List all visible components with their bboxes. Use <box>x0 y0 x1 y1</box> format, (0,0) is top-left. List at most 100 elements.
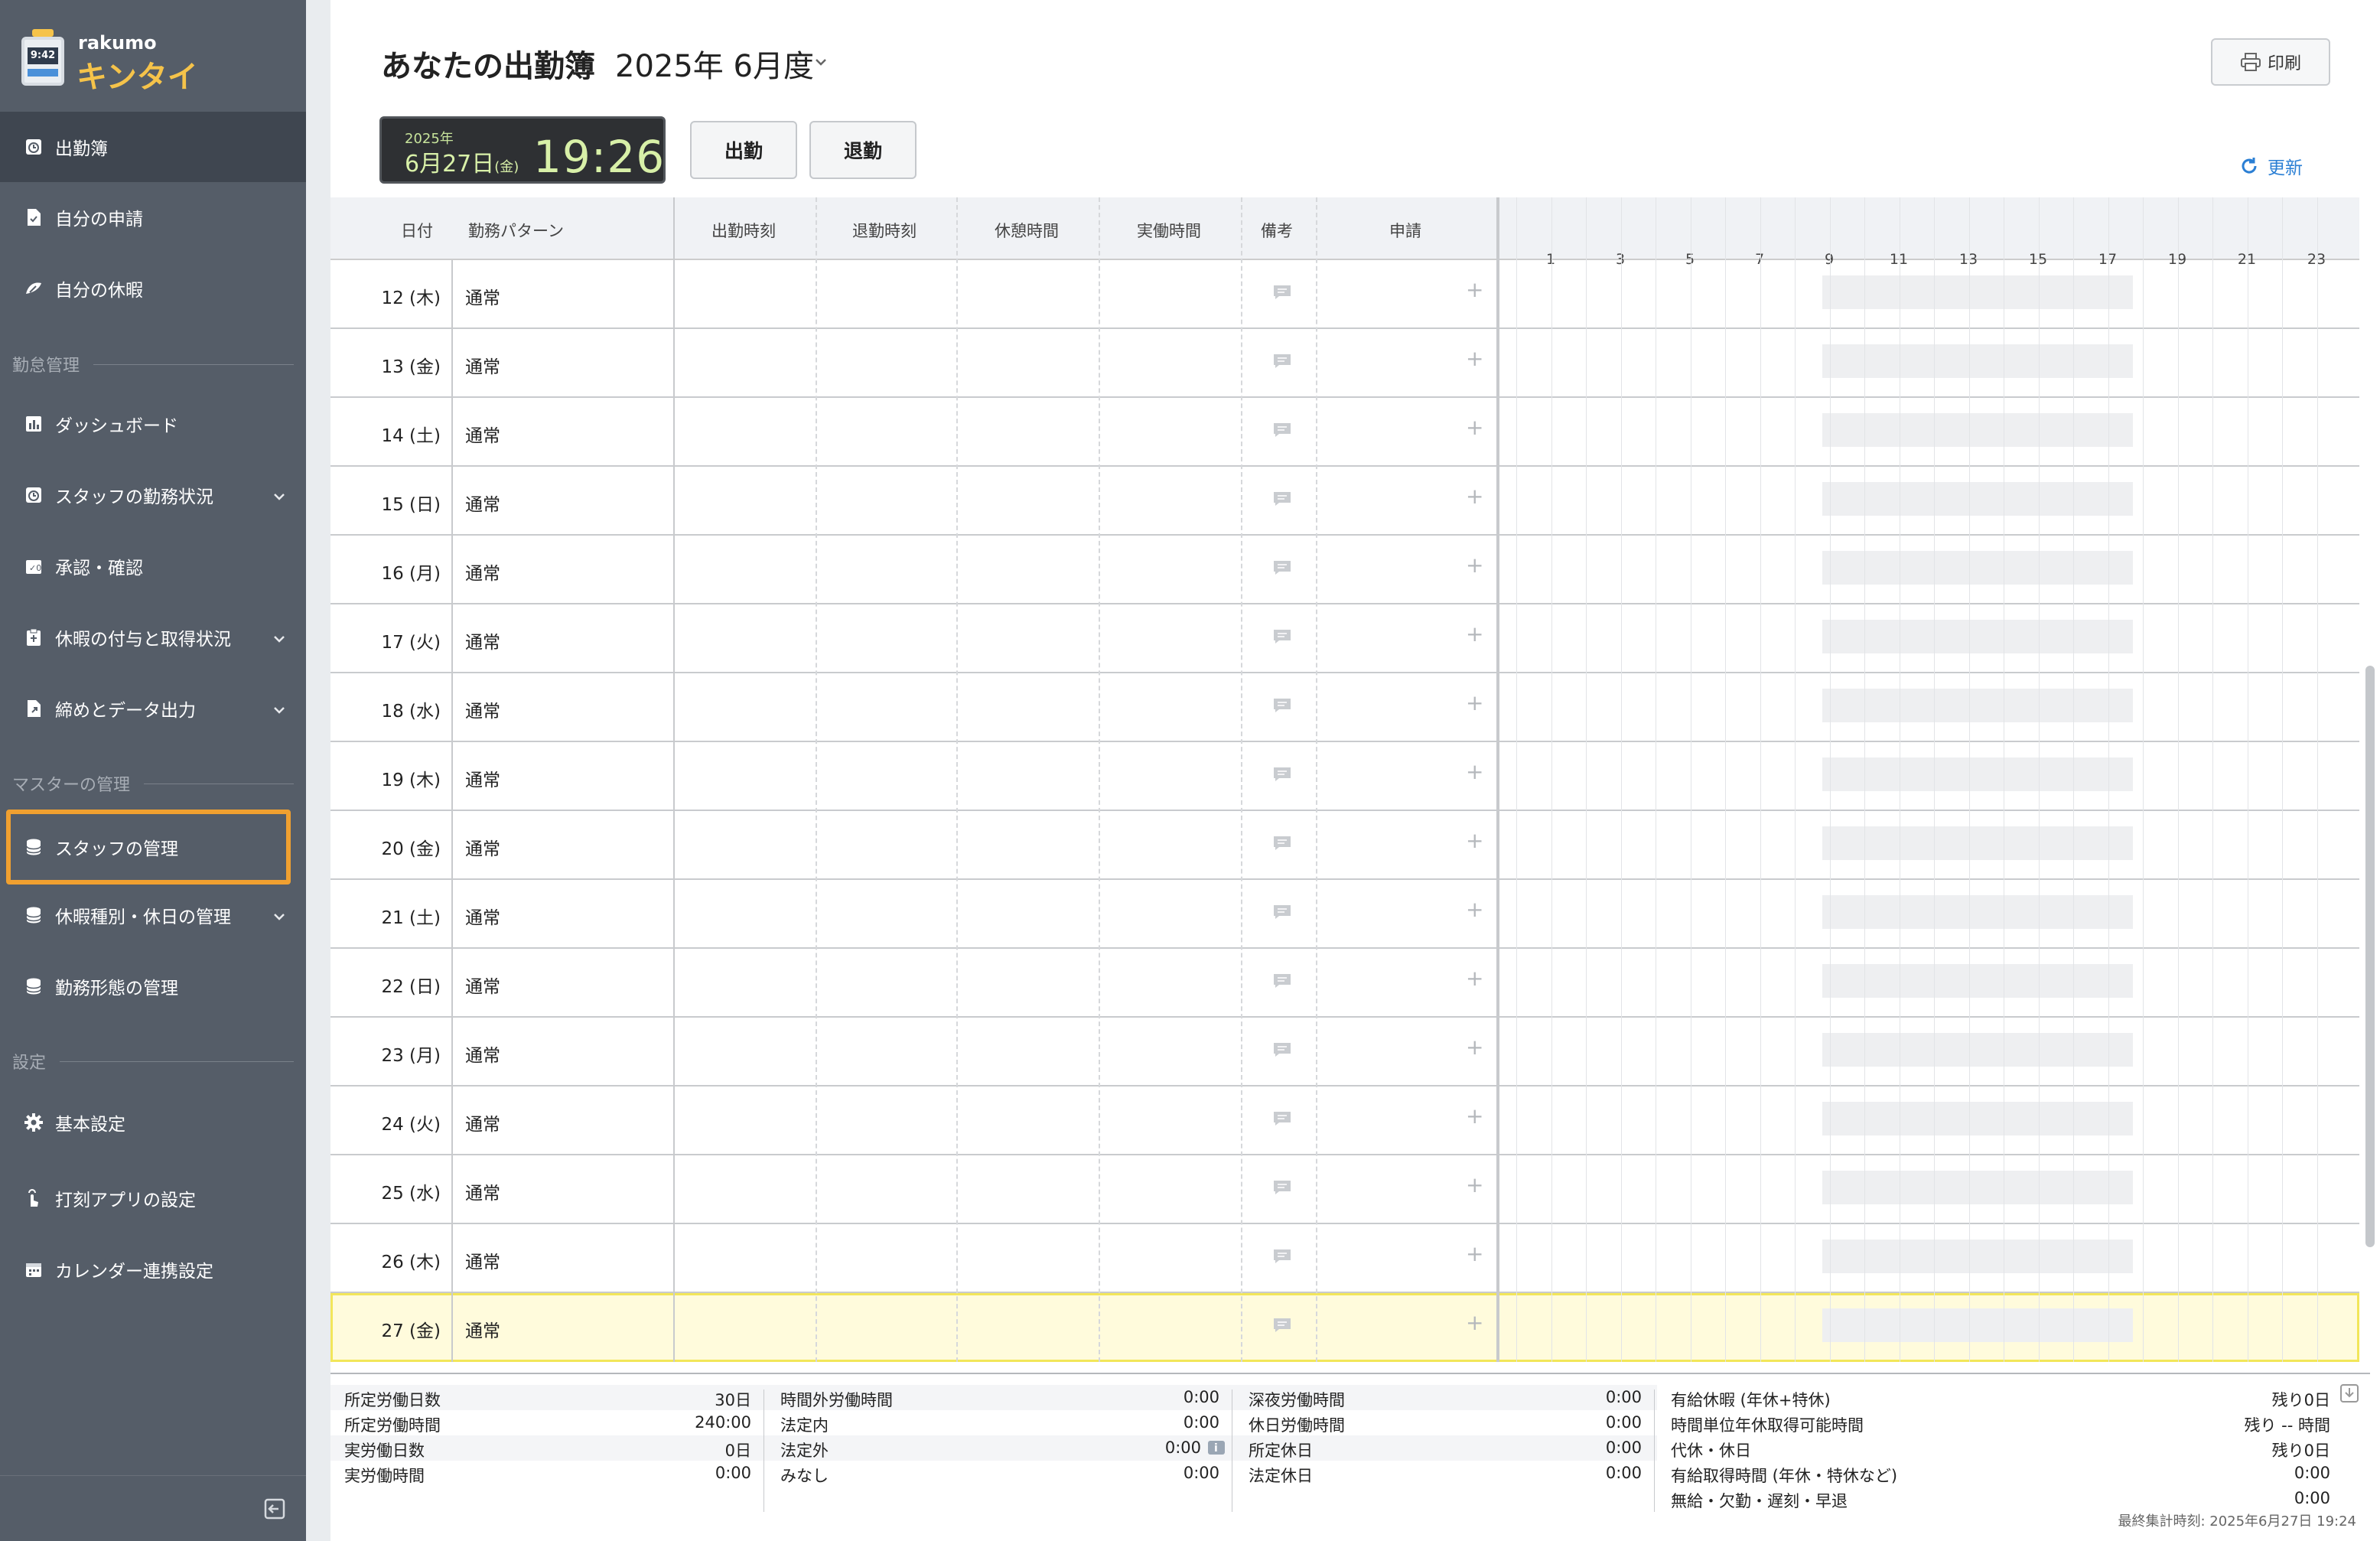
sidebar-item-attendance-4[interactable]: 締めとデータ出力 <box>0 673 306 744</box>
row-work-pattern[interactable]: 通常 <box>465 421 500 447</box>
add-request-button[interactable]: + <box>1466 1034 1483 1060</box>
table-row[interactable]: 14 (土) 通常 + <box>330 398 2359 467</box>
comment-icon[interactable] <box>1271 1178 1293 1200</box>
table-row[interactable]: 26 (木) 通常 + <box>330 1224 2359 1293</box>
summary-row: 有給休暇 (年休+特休) 残り0日 <box>1657 1385 2346 1410</box>
add-request-button[interactable]: + <box>1466 828 1483 853</box>
comment-icon[interactable] <box>1271 421 1293 442</box>
table-row[interactable]: 19 (木) 通常 + <box>330 742 2359 811</box>
comment-icon[interactable] <box>1271 1316 1293 1337</box>
clock-in-button[interactable]: 出勤 <box>690 121 797 179</box>
add-request-button[interactable]: + <box>1466 1241 1483 1266</box>
chevron-down-icon[interactable] <box>272 906 286 926</box>
add-request-button[interactable]: + <box>1466 621 1483 647</box>
sidebar-item-master-1[interactable]: 休暇種別・休日の管理 <box>0 880 306 950</box>
comment-icon[interactable] <box>1271 1109 1293 1131</box>
comment-icon[interactable] <box>1271 903 1293 924</box>
table-row[interactable]: 18 (水) 通常 + <box>330 673 2359 742</box>
hour-gridline <box>2108 197 2109 1362</box>
row-work-pattern[interactable]: 通常 <box>465 903 500 929</box>
chevron-down-icon[interactable] <box>814 55 828 70</box>
row-work-pattern[interactable]: 通常 <box>465 352 500 378</box>
row-work-pattern[interactable]: 通常 <box>465 559 500 585</box>
chevron-down-icon[interactable] <box>272 486 286 506</box>
table-row[interactable]: 13 (金) 通常 + <box>330 329 2359 398</box>
table-row[interactable]: 24 (火) 通常 + <box>330 1087 2359 1155</box>
table-row[interactable]: 22 (日) 通常 + <box>330 949 2359 1018</box>
add-request-button[interactable]: + <box>1466 1310 1483 1335</box>
sidebar-item-master-0[interactable]: スタッフの管理 <box>6 810 291 885</box>
comment-icon[interactable] <box>1271 1247 1293 1269</box>
summary-value: 0:00 <box>715 1464 751 1482</box>
comment-icon[interactable] <box>1271 696 1293 718</box>
add-request-button[interactable]: + <box>1466 690 1483 715</box>
add-request-button[interactable]: + <box>1466 759 1483 784</box>
sidebar-collapse-button[interactable] <box>0 1475 306 1541</box>
add-request-button[interactable]: + <box>1466 277 1483 302</box>
scrollbar-thumb[interactable] <box>2365 666 2375 1247</box>
sidebar-item-top-2[interactable]: 自分の休暇 <box>0 253 306 324</box>
sidebar-item-master-2[interactable]: 勤務形態の管理 <box>0 951 306 1021</box>
clock-icon <box>23 484 44 506</box>
sidebar-item-settings-2[interactable]: カレンダー連携設定 <box>0 1234 306 1305</box>
sidebar-item-settings-1[interactable]: 打刻アプリの設定 <box>0 1163 306 1233</box>
row-work-pattern[interactable]: 通常 <box>465 283 500 309</box>
comment-icon[interactable] <box>1271 283 1293 305</box>
sidebar-item-attendance-0[interactable]: ダッシュボード <box>0 389 306 459</box>
table-row-today[interactable]: 27 (金) 通常 + <box>330 1293 2359 1362</box>
row-work-pattern[interactable]: 通常 <box>465 834 500 860</box>
comment-icon[interactable] <box>1271 352 1293 373</box>
print-button[interactable]: 印刷 <box>2211 38 2330 86</box>
comment-icon[interactable] <box>1271 972 1293 993</box>
add-request-button[interactable]: + <box>1466 1172 1483 1197</box>
row-work-pattern[interactable]: 通常 <box>465 627 500 653</box>
chevron-down-icon[interactable] <box>272 628 286 648</box>
sidebar-item-settings-0[interactable]: 基本設定 <box>0 1087 306 1158</box>
row-work-pattern[interactable]: 通常 <box>465 972 500 998</box>
database-icon <box>23 904 44 926</box>
comment-icon[interactable] <box>1271 627 1293 649</box>
summary-row: 法定外 0:00 i <box>767 1435 1235 1461</box>
table-row[interactable]: 25 (水) 通常 + <box>330 1155 2359 1224</box>
table-row[interactable]: 16 (月) 通常 + <box>330 536 2359 604</box>
refresh-label: 更新 <box>2268 158 2303 178</box>
sidebar-item-top-0[interactable]: 出勤簿 <box>0 112 306 182</box>
row-work-pattern[interactable]: 通常 <box>465 1316 500 1342</box>
clock-out-button[interactable]: 退勤 <box>809 121 917 179</box>
sidebar-item-attendance-3[interactable]: 休暇の付与と取得状況 <box>0 602 306 673</box>
table-row[interactable]: 15 (日) 通常 + <box>330 467 2359 536</box>
add-request-button[interactable]: + <box>1466 966 1483 991</box>
month-selector[interactable]: 2025年 6月度 <box>615 41 814 86</box>
info-icon[interactable]: i <box>1207 1440 1226 1459</box>
hour-gridline <box>1516 197 1517 1362</box>
add-request-button[interactable]: + <box>1466 346 1483 371</box>
row-work-pattern[interactable]: 通常 <box>465 1178 500 1204</box>
table-row[interactable]: 23 (月) 通常 + <box>330 1018 2359 1087</box>
download-icon[interactable] <box>2339 1383 2359 1406</box>
refresh-button[interactable]: 更新 <box>2238 153 2303 179</box>
add-request-button[interactable]: + <box>1466 415 1483 440</box>
sidebar-item-attendance-2[interactable]: ✓0 承認・確認 <box>0 531 306 601</box>
sidebar-item-top-1[interactable]: 自分の申請 <box>0 182 306 252</box>
comment-icon[interactable] <box>1271 834 1293 855</box>
row-work-pattern[interactable]: 通常 <box>465 1247 500 1273</box>
chevron-down-icon[interactable] <box>272 699 286 719</box>
table-row[interactable]: 20 (金) 通常 + <box>330 811 2359 880</box>
table-row[interactable]: 12 (木) 通常 + <box>330 260 2359 329</box>
row-work-pattern[interactable]: 通常 <box>465 1041 500 1067</box>
row-work-pattern[interactable]: 通常 <box>465 1109 500 1135</box>
table-row[interactable]: 21 (土) 通常 + <box>330 880 2359 949</box>
row-work-pattern[interactable]: 通常 <box>465 696 500 722</box>
comment-icon[interactable] <box>1271 559 1293 580</box>
row-work-pattern[interactable]: 通常 <box>465 490 500 516</box>
comment-icon[interactable] <box>1271 765 1293 787</box>
add-request-button[interactable]: + <box>1466 1103 1483 1129</box>
comment-icon[interactable] <box>1271 1041 1293 1062</box>
row-work-pattern[interactable]: 通常 <box>465 765 500 791</box>
add-request-button[interactable]: + <box>1466 897 1483 922</box>
add-request-button[interactable]: + <box>1466 484 1483 509</box>
add-request-button[interactable]: + <box>1466 552 1483 578</box>
comment-icon[interactable] <box>1271 490 1293 511</box>
sidebar-item-attendance-1[interactable]: スタッフの勤務状況 <box>0 460 306 530</box>
table-row[interactable]: 17 (火) 通常 + <box>330 604 2359 673</box>
